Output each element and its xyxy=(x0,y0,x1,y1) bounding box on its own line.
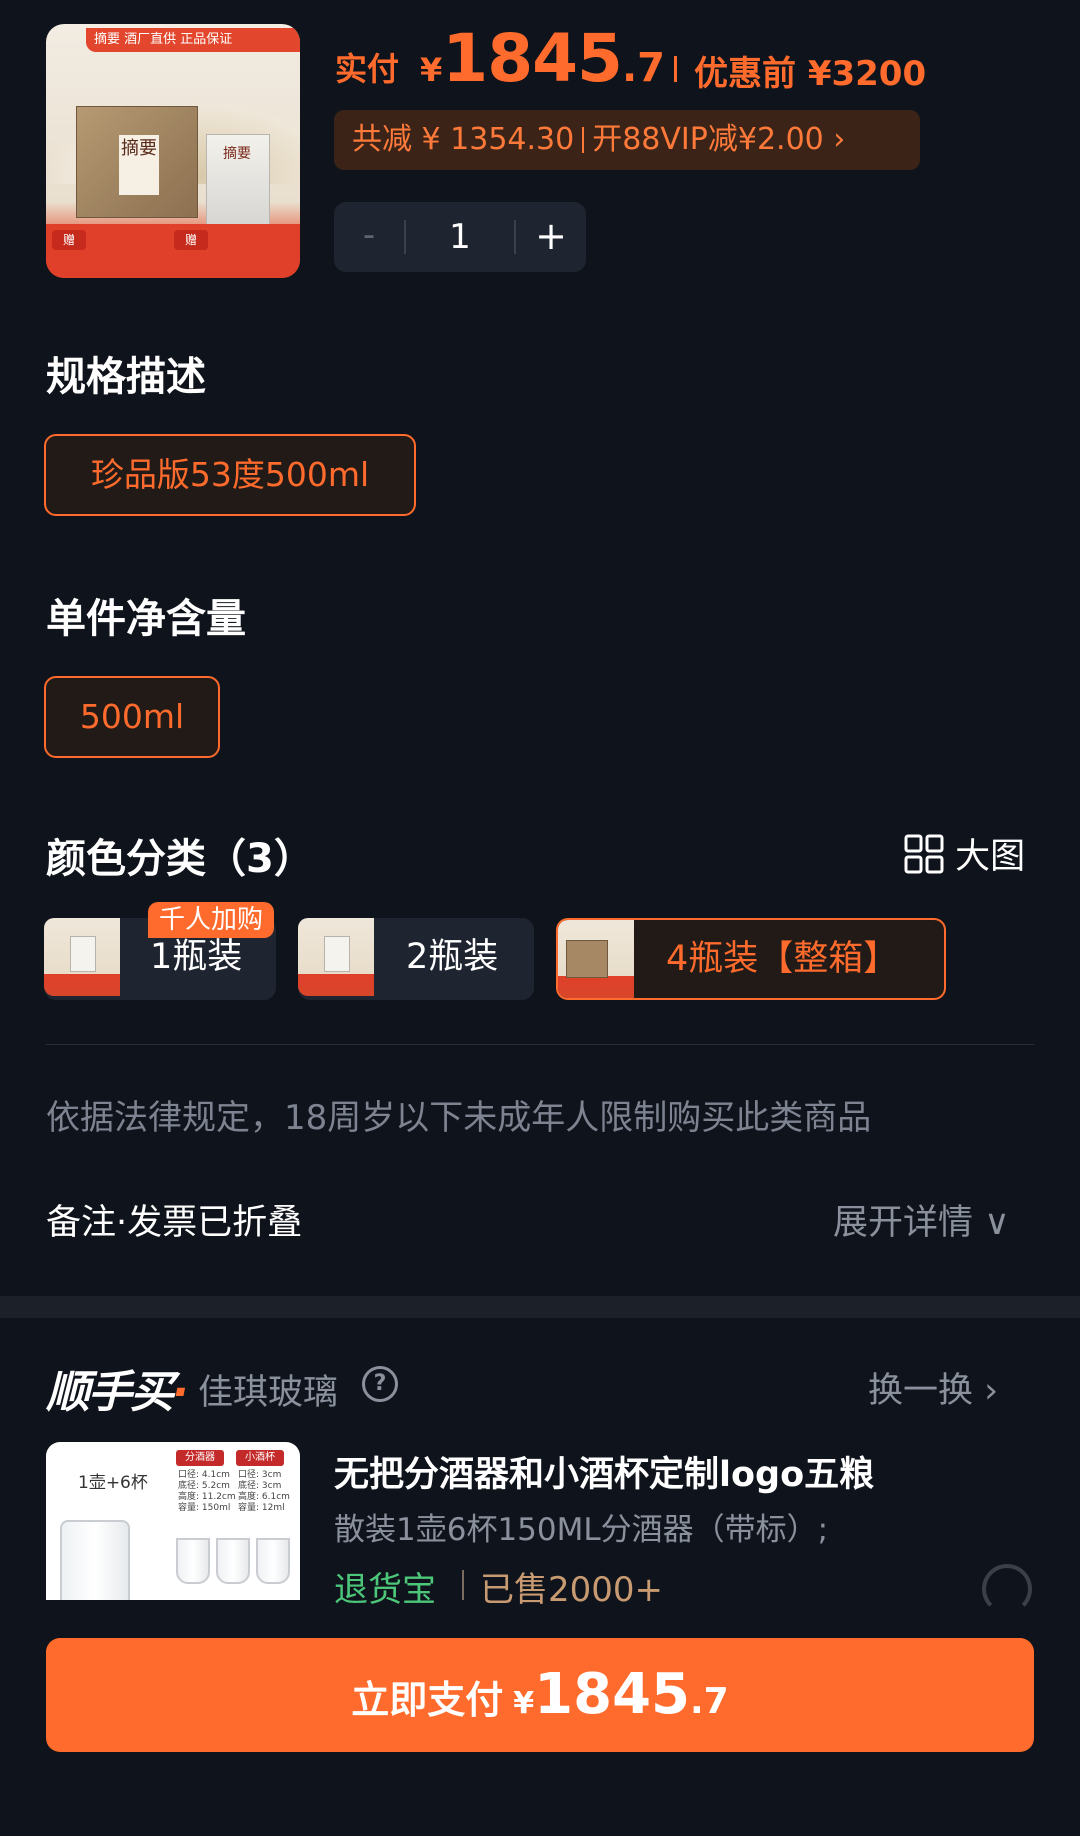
decrease-button[interactable]: - xyxy=(334,202,404,272)
paid-label: 实付 xyxy=(335,50,400,88)
image-tag: 小酒杯 xyxy=(236,1450,284,1466)
spec-option-selected[interactable]: 珍品版53度500ml xyxy=(44,434,416,516)
product-image[interactable]: 摘要 酒厂直供 正品保证 摘要 摘要 赠 赠 xyxy=(46,24,300,278)
shop-name: 佳琪玻璃 xyxy=(198,1373,339,1413)
image-tag: 分酒器 xyxy=(176,1450,224,1466)
currency-symbol: ¥ xyxy=(420,51,443,89)
large-image-label: 大图 xyxy=(955,837,1026,877)
bottle-label: 摘要 xyxy=(223,146,251,162)
color-option-2[interactable]: 2瓶装 xyxy=(298,918,534,1000)
large-image-toggle[interactable]: 大图 xyxy=(904,828,1025,879)
pay-now-button[interactable]: 立即支付 ¥1845.7 xyxy=(46,1638,1034,1752)
increase-button[interactable]: + xyxy=(516,202,586,272)
age-restriction-notice: 依据法律规定，18周岁以下未成年人限制购买此类商品 xyxy=(46,1098,872,1138)
remark-invoice-label: 备注·发票已折叠 xyxy=(46,1203,303,1243)
savings-total: 共减 ¥ 1354.30 xyxy=(352,122,575,157)
cup-illustration xyxy=(216,1538,250,1584)
pay-decimal: .7 xyxy=(690,1681,729,1722)
volume-title: 单件净含量 xyxy=(46,596,246,642)
cup-illustration xyxy=(256,1538,290,1584)
decanter-illustration xyxy=(60,1520,130,1600)
original-price: 优惠前 ¥3200 xyxy=(694,54,927,94)
price-integer: 1845 xyxy=(442,20,623,97)
volume-option-selected[interactable]: 500ml xyxy=(44,676,220,758)
image-spec: 口径: 3cm 底径: 3cm 高度: 6.1cm 容量: 12ml xyxy=(238,1470,290,1513)
section-separator xyxy=(0,1296,1080,1318)
pay-currency: ¥ xyxy=(513,1686,535,1721)
vip-discount-link[interactable]: 开88VIP减¥2.00 › xyxy=(592,122,845,157)
product-promo-strip: 赠 赠 xyxy=(46,224,300,278)
option-label: 2瓶装 xyxy=(406,937,499,977)
option-thumbnail xyxy=(44,918,120,996)
recommend-title[interactable]: 无把分酒器和小酒杯定制logo五粮 xyxy=(334,1446,874,1497)
image-caption: 1壶+6杯 xyxy=(78,1473,148,1493)
recommend-product-image[interactable]: 1壶+6杯 分酒器 小酒杯 口径: 4.1cm 底径: 5.2cm 高度: 11… xyxy=(46,1442,300,1600)
color-title: 颜色分类（3） xyxy=(46,836,314,882)
image-spec: 口径: 4.1cm 底径: 5.2cm 高度: 11.2cm 容量: 150ml xyxy=(178,1470,236,1513)
sold-count: 已售2000+ xyxy=(480,1570,664,1610)
color-option-3-selected[interactable]: 4瓶装【整箱】 xyxy=(556,918,946,1000)
shunshoumai-logo: 顺手买· xyxy=(46,1367,189,1418)
swap-button[interactable]: 换一换 › xyxy=(868,1362,998,1413)
price-decimal: .7 xyxy=(621,45,665,91)
recommend-subtitle: 散装1壶6杯150ML分酒器（带标）; xyxy=(334,1512,829,1548)
return-guarantee-tag: 退货宝 xyxy=(334,1570,436,1610)
cup-illustration xyxy=(176,1538,210,1584)
box-label: 摘要 xyxy=(119,135,159,195)
hot-badge: 千人加购 xyxy=(148,902,274,938)
quantity-stepper: - 1 + xyxy=(334,202,586,272)
paid-price: ¥1845.7 xyxy=(420,20,665,97)
spec-title: 规格描述 xyxy=(46,354,206,400)
help-icon[interactable]: ? xyxy=(362,1366,398,1402)
option-label: 4瓶装【整箱】 xyxy=(666,939,899,979)
option-thumbnail xyxy=(558,920,634,998)
pay-label: 立即支付 xyxy=(351,1678,504,1722)
expand-details-button[interactable]: 展开详情 ∨ xyxy=(833,1194,1010,1245)
gift-badge: 赠 xyxy=(52,230,86,250)
loading-spinner-icon xyxy=(982,1564,1032,1614)
option-thumbnail xyxy=(298,918,374,996)
pay-integer: 1845 xyxy=(534,1662,690,1727)
product-box-illustration: 摘要 xyxy=(76,106,198,218)
divider xyxy=(46,1044,1034,1045)
gift-badge: 赠 xyxy=(174,230,208,250)
savings-banner[interactable]: 共减 ¥ 1354.30 开88VIP减¥2.00 › xyxy=(334,110,920,170)
quantity-value[interactable]: 1 xyxy=(406,202,514,272)
divider xyxy=(674,56,677,82)
grid-icon xyxy=(904,834,944,874)
product-bottle-illustration: 摘要 xyxy=(206,134,270,226)
product-image-banner: 摘要 酒厂直供 正品保证 xyxy=(86,28,300,52)
